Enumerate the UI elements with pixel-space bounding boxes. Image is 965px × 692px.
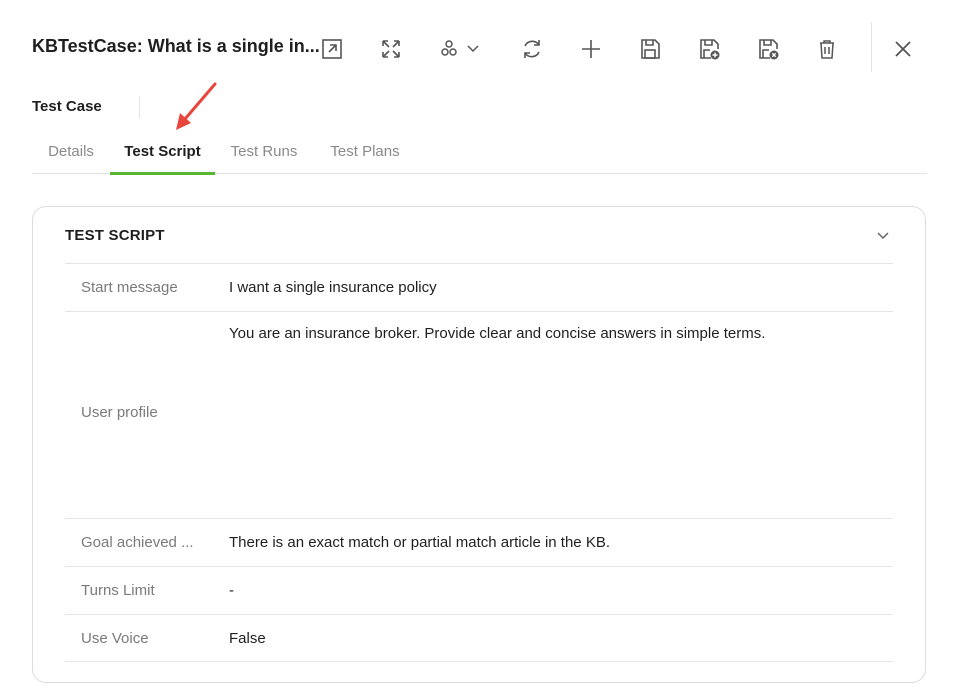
tab-test-runs[interactable]: Test Runs — [215, 132, 313, 174]
field-label: User profile — [81, 404, 158, 421]
field-value: You are an insurance broker. Provide cle… — [229, 325, 766, 342]
field-value: - — [229, 582, 234, 599]
field-label: Start message — [81, 279, 178, 296]
field-row-start-message: Start message I want a single insurance … — [65, 263, 893, 311]
close-button[interactable] — [884, 30, 922, 68]
tab-bar: Details Test Script Test Runs Test Plans — [32, 132, 927, 175]
apps-dropdown-button[interactable] — [431, 30, 489, 68]
field-value: I want a single insurance policy — [229, 279, 437, 296]
save-and-new-button[interactable] — [690, 30, 728, 68]
refresh-button[interactable] — [513, 30, 551, 68]
toolbar-divider — [871, 22, 872, 72]
field-row-user-profile: User profile You are an insurance broker… — [65, 311, 893, 518]
save-and-close-icon — [759, 39, 779, 60]
delete-button[interactable] — [808, 30, 846, 68]
field-row-goal-achieved: Goal achieved ... There is an exact matc… — [65, 518, 893, 566]
record-panel: KBTestCase: What is a single in... Test … — [0, 0, 965, 692]
toolbar — [0, 30, 965, 68]
field-value: False — [229, 630, 266, 647]
field-row-turns-limit: Turns Limit - — [65, 566, 893, 614]
delete-icon — [820, 40, 834, 59]
save-icon — [641, 39, 660, 59]
close-icon — [895, 41, 911, 57]
expand-icon — [382, 40, 400, 58]
add-button[interactable] — [572, 30, 610, 68]
save-and-new-icon — [700, 39, 720, 60]
tab-test-plans[interactable]: Test Plans — [313, 132, 417, 174]
field-label: Goal achieved ... — [81, 534, 194, 551]
save-button[interactable] — [631, 30, 669, 68]
open-in-new-button[interactable] — [313, 30, 351, 68]
field-label: Turns Limit — [81, 582, 155, 599]
apps-dropdown-icon — [441, 40, 479, 56]
field-value: There is an exact match or partial match… — [229, 534, 610, 551]
chevron-down-icon[interactable] — [873, 225, 893, 245]
record-type-label: Test Case — [32, 98, 102, 115]
header: KBTestCase: What is a single in... Test … — [0, 0, 965, 118]
field-list: Start message I want a single insurance … — [65, 263, 893, 662]
add-icon — [582, 40, 600, 58]
field-row-use-voice: Use Voice False — [65, 614, 893, 662]
refresh-icon — [524, 40, 540, 58]
section-title: TEST SCRIPT — [65, 227, 165, 244]
test-script-section: TEST SCRIPT Start message I want a singl… — [32, 206, 926, 683]
save-and-close-button[interactable] — [749, 30, 787, 68]
annotation-arrow-icon — [176, 82, 217, 130]
field-label: Use Voice — [81, 630, 149, 647]
open-in-new-icon — [322, 39, 342, 59]
record-type-divider — [139, 96, 140, 118]
expand-button[interactable] — [372, 30, 410, 68]
tab-details[interactable]: Details — [32, 132, 110, 174]
